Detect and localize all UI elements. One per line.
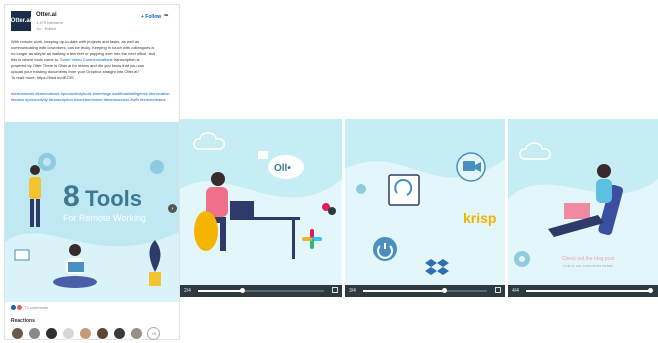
progress-knob[interactable] (441, 288, 447, 293)
avatar[interactable] (96, 327, 109, 340)
fullscreen-icon[interactable] (495, 287, 501, 293)
progress-track[interactable] (198, 290, 324, 292)
company-logo[interactable]: Otter.ai (11, 11, 31, 31)
body-text: transcription is (112, 57, 140, 62)
cloud-icon (193, 132, 226, 150)
hero-illustration: 8 Tools For Remote Working (5, 122, 179, 302)
chat-icon (258, 151, 268, 159)
chair (194, 211, 218, 251)
avatar[interactable] (11, 327, 24, 340)
more-reactors-badge[interactable]: +3 (147, 327, 160, 340)
avatar[interactable] (79, 327, 92, 340)
reactions-summary[interactable]: 73 comments (11, 305, 49, 311)
post-header: Otter.ai Otter.ai 1,470 followers 1w · E… (11, 11, 175, 33)
reactions-heading: Reactions (11, 318, 35, 324)
carousel-slide-3[interactable]: krisp 3/4 ‹ (345, 119, 505, 297)
slide-counter: 2/4 (184, 288, 191, 294)
carousel-slide-2[interactable]: Oll• 2/4 ‹ (180, 119, 342, 297)
body-line: To read more: https://lnkd.in/dEZ3S (11, 75, 74, 80)
otter-logo-text: Oll• (274, 163, 291, 174)
progress-track[interactable] (363, 290, 487, 292)
post-body: With remote work, keeping up-to-date wit… (11, 39, 177, 81)
avatar[interactable] (130, 327, 143, 340)
slide-counter: 4/4 (512, 288, 519, 294)
follow-button[interactable]: + Follow (141, 14, 161, 20)
avatar[interactable] (45, 327, 58, 340)
slide-illustration: krisp (345, 152, 505, 285)
more-options-icon[interactable]: ••• (164, 13, 168, 19)
krisp-logo-text: krisp (463, 210, 496, 226)
carousel-slide-4[interactable]: Check out the blog post Link in our comm… (508, 119, 658, 297)
laptop (564, 203, 590, 219)
reactor-avatars: +3 (11, 327, 160, 341)
like-icon (11, 305, 16, 311)
body-text: this is where tools come in. (11, 57, 60, 62)
author-name[interactable]: Otter.ai (36, 12, 57, 18)
post-timestamp: 1w · Edited (36, 26, 57, 31)
celebrate-icon (17, 305, 22, 311)
video-camera-icon (463, 161, 475, 171)
progress-knob[interactable] (648, 288, 653, 293)
laptop (230, 201, 254, 217)
hashtag-list[interactable]: #remotework #futureofwork #productivityt… (11, 91, 177, 103)
hero-subtitle: For Remote Working (63, 213, 146, 223)
avatar[interactable] (113, 327, 126, 340)
gear-icon (150, 160, 164, 174)
progress-knob[interactable] (240, 288, 246, 293)
avatar[interactable] (28, 327, 41, 340)
video-controls: 4/4 (508, 285, 658, 297)
video-controls: 3/4 (345, 285, 505, 297)
slide-counter: 3/4 (349, 288, 356, 294)
linkedin-post-card: Otter.ai Otter.ai 1,470 followers 1w · E… (4, 4, 180, 340)
progress-fill (526, 290, 650, 292)
gear-icon (356, 184, 366, 194)
hero-title-word: Tools (85, 186, 142, 211)
video-controls: 2/4 (180, 285, 342, 297)
blog-cta: Check out the blog post (561, 256, 615, 262)
progress-track[interactable] (526, 290, 650, 292)
blog-cta-sub: Link in our comments below (563, 263, 613, 268)
progress-fill (198, 290, 243, 292)
follower-count: 1,470 followers (36, 20, 63, 25)
next-slide-arrow[interactable]: › (168, 204, 177, 213)
mention-link[interactable]: Zoom Video Communications (60, 57, 112, 62)
fullscreen-icon[interactable] (332, 287, 338, 293)
slide-illustration: Oll• (180, 132, 342, 285)
cloud-icon (519, 142, 552, 160)
post-hero-image[interactable]: 8 Tools For Remote Working › (5, 122, 179, 302)
comment-count: 73 comments (24, 305, 49, 310)
avatar[interactable] (62, 327, 75, 340)
hero-title-number: 8 (63, 180, 80, 213)
progress-fill (363, 290, 444, 292)
